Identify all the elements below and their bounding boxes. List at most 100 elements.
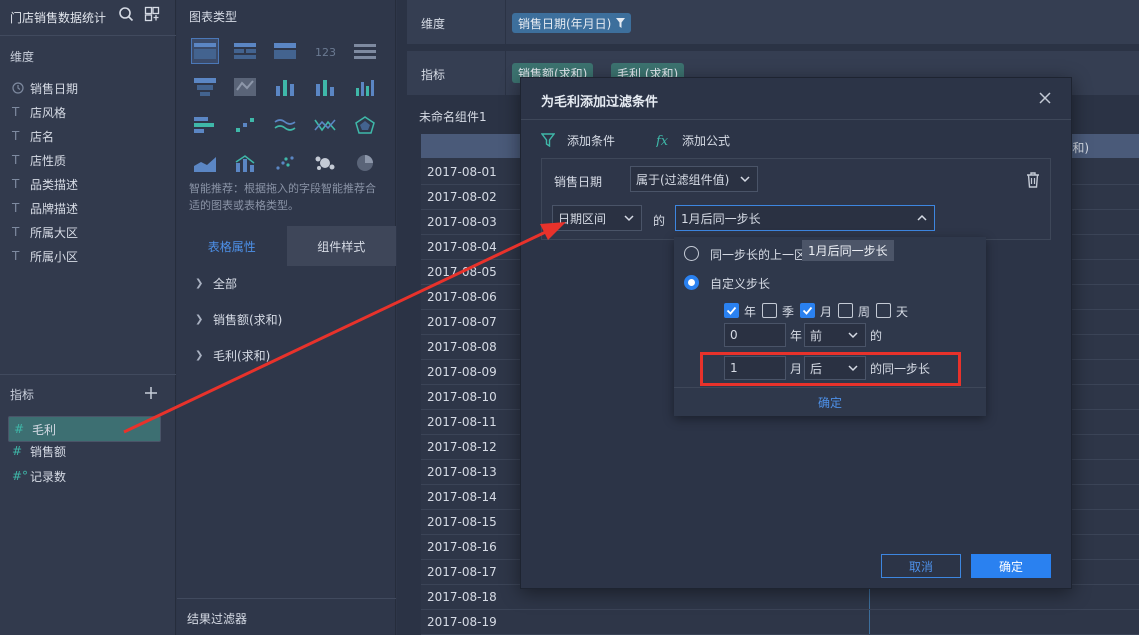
- checkbox-day-label: 天: [896, 305, 909, 319]
- field-region[interactable]: T 所属大区: [12, 222, 78, 242]
- tree-item-profit[interactable]: ❯ 毛利(求和): [195, 345, 270, 365]
- measure-sales[interactable]: # 销售额: [8, 441, 161, 461]
- table-chart-icon[interactable]: [191, 38, 219, 64]
- tab-table-properties[interactable]: 表格属性: [177, 226, 287, 266]
- date-type-select[interactable]: 日期区间: [552, 205, 642, 231]
- date-cell: 2017-08-15: [427, 515, 497, 529]
- tree-label: 毛利(求和): [213, 348, 271, 363]
- operator-select[interactable]: 属于(过滤组件值): [630, 166, 758, 192]
- number-type-icon: #: [14, 422, 25, 436]
- dimension-bar[interactable]: 维度 销售日期(年月日): [407, 0, 1139, 44]
- field-label: 店性质: [30, 153, 67, 168]
- field-settings-icon[interactable]: [144, 6, 160, 22]
- field-subregion[interactable]: T 所属小区: [12, 246, 78, 266]
- step-dropdown: 同一步长的上一区 自定义步长 年 季 月 周 天 0 年 前 的 1 月 后 的…: [674, 237, 986, 416]
- measure-record-count[interactable]: #° 记录数: [8, 466, 161, 486]
- year-offset-input[interactable]: 0: [724, 323, 786, 347]
- combo-chart-icon[interactable]: [231, 150, 259, 176]
- field-label: 品类描述: [30, 177, 79, 192]
- date-cell: 2017-08-17: [427, 565, 497, 579]
- number-type-icon: #°: [12, 469, 29, 483]
- svg-text:123: 123: [315, 46, 336, 59]
- trash-icon[interactable]: [1025, 171, 1041, 189]
- step-confirm-button[interactable]: 确定: [674, 387, 986, 416]
- polyline-chart-icon[interactable]: [311, 112, 339, 138]
- radar-chart-icon[interactable]: [351, 112, 379, 138]
- search-icon[interactable]: [118, 6, 134, 22]
- date-cell: 2017-08-06: [427, 290, 497, 304]
- field-label: 所属小区: [30, 249, 79, 264]
- radio-custom-step-label: 自定义步长: [710, 277, 771, 291]
- funnel-icon[interactable]: [191, 74, 219, 100]
- field-label: 店名: [30, 129, 55, 144]
- date-cell: 2017-08-10: [427, 390, 497, 404]
- step-chart-icon[interactable]: [231, 112, 259, 138]
- pill-label: 销售日期(年月日): [518, 16, 612, 31]
- date-cell: 2017-08-12: [427, 440, 497, 454]
- checkbox-quarter[interactable]: [762, 303, 777, 318]
- text-type-icon: T: [12, 249, 20, 263]
- add-condition-button[interactable]: 添加条件: [541, 130, 615, 150]
- multi-column-icon[interactable]: [351, 74, 379, 100]
- chevron-down-icon: [847, 329, 859, 341]
- checkbox-year[interactable]: [724, 303, 739, 318]
- field-brand-desc[interactable]: T 品牌描述: [12, 198, 78, 218]
- dimension-pill-sales-date[interactable]: 销售日期(年月日): [512, 13, 632, 33]
- stacked-bar-icon[interactable]: [271, 74, 299, 100]
- cancel-button[interactable]: 取消: [881, 554, 961, 578]
- scatter-chart-icon[interactable]: [271, 150, 299, 176]
- operator-value: 属于(过滤组件值): [636, 172, 730, 187]
- field-store-style[interactable]: T 店风格: [12, 102, 66, 122]
- detail-table-icon[interactable]: [351, 38, 379, 64]
- radio-same-step[interactable]: [684, 246, 699, 261]
- date-cell: 2017-08-04: [427, 240, 497, 254]
- date-cell: 2017-08-01: [427, 165, 497, 179]
- dialog-title: 为毛利添加过滤条件: [541, 95, 659, 110]
- checkbox-week[interactable]: [838, 303, 853, 318]
- table-header-cell: 和): [1072, 141, 1089, 155]
- crosstab-icon[interactable]: [271, 38, 299, 64]
- smart-recommend-hint: 智能推荐：根据拖入的字段智能推荐合适的图表或表格类型。: [189, 182, 376, 212]
- date-value-select[interactable]: 1月后同一步长: [675, 205, 935, 231]
- text-type-icon: T: [12, 129, 20, 143]
- field-label: 品牌描述: [30, 201, 79, 216]
- field-sales-date[interactable]: 销售日期: [12, 78, 78, 98]
- chevron-right-icon: ❯: [195, 349, 204, 361]
- checkbox-month-label: 月: [820, 305, 833, 319]
- area-chart-icon[interactable]: [191, 150, 219, 176]
- bar-chart-icon[interactable]: [191, 112, 219, 138]
- fields-panel: 门店销售数据统计 维度 销售日期 T 店风格 T 店名 T 店性质 T 品类描述 T 品牌…: [0, 0, 176, 635]
- grouped-table-icon[interactable]: [231, 38, 259, 64]
- tree-label: 全部: [213, 276, 238, 291]
- line-chart-icon[interactable]: [271, 112, 299, 138]
- measure-gross-profit[interactable]: # 毛利: [8, 416, 161, 442]
- bubble-chart-icon[interactable]: [311, 150, 339, 176]
- chart-type-title: 图表类型: [189, 10, 238, 24]
- year-direction-select[interactable]: 前: [804, 323, 866, 347]
- date-cell: 2017-08-13: [427, 465, 497, 479]
- add-condition-label: 添加条件: [567, 133, 616, 148]
- tree-item-all[interactable]: ❯ 全部: [195, 273, 237, 293]
- column-chart-icon[interactable]: [311, 74, 339, 100]
- field-category-desc[interactable]: T 品类描述: [12, 174, 78, 194]
- checkbox-day[interactable]: [876, 303, 891, 318]
- measure-bar-label: 指标: [421, 68, 446, 82]
- value-tooltip: 1月后同一步长: [802, 240, 894, 261]
- checkbox-month[interactable]: [800, 303, 815, 318]
- pie-chart-icon[interactable]: [351, 150, 379, 176]
- field-store-name[interactable]: T 店名: [12, 126, 54, 146]
- confirm-button[interactable]: 确定: [971, 554, 1051, 578]
- field-store-nature[interactable]: T 店性质: [12, 150, 66, 170]
- close-icon[interactable]: [1036, 89, 1054, 107]
- measure-label: 毛利: [32, 422, 57, 437]
- tree-item-sales[interactable]: ❯ 销售额(求和): [195, 309, 282, 329]
- radio-custom-step[interactable]: [684, 275, 699, 290]
- date-cell: 2017-08-19: [427, 615, 497, 629]
- add-measure-icon[interactable]: [143, 385, 159, 401]
- add-formula-button[interactable]: fx 添加公式: [656, 130, 730, 150]
- date-icon: [12, 82, 30, 94]
- condition-field-label: 销售日期: [554, 175, 603, 189]
- kpi-number-icon[interactable]: 123: [311, 38, 339, 64]
- tab-component-style[interactable]: 组件样式: [286, 226, 396, 266]
- map-icon[interactable]: [231, 74, 259, 100]
